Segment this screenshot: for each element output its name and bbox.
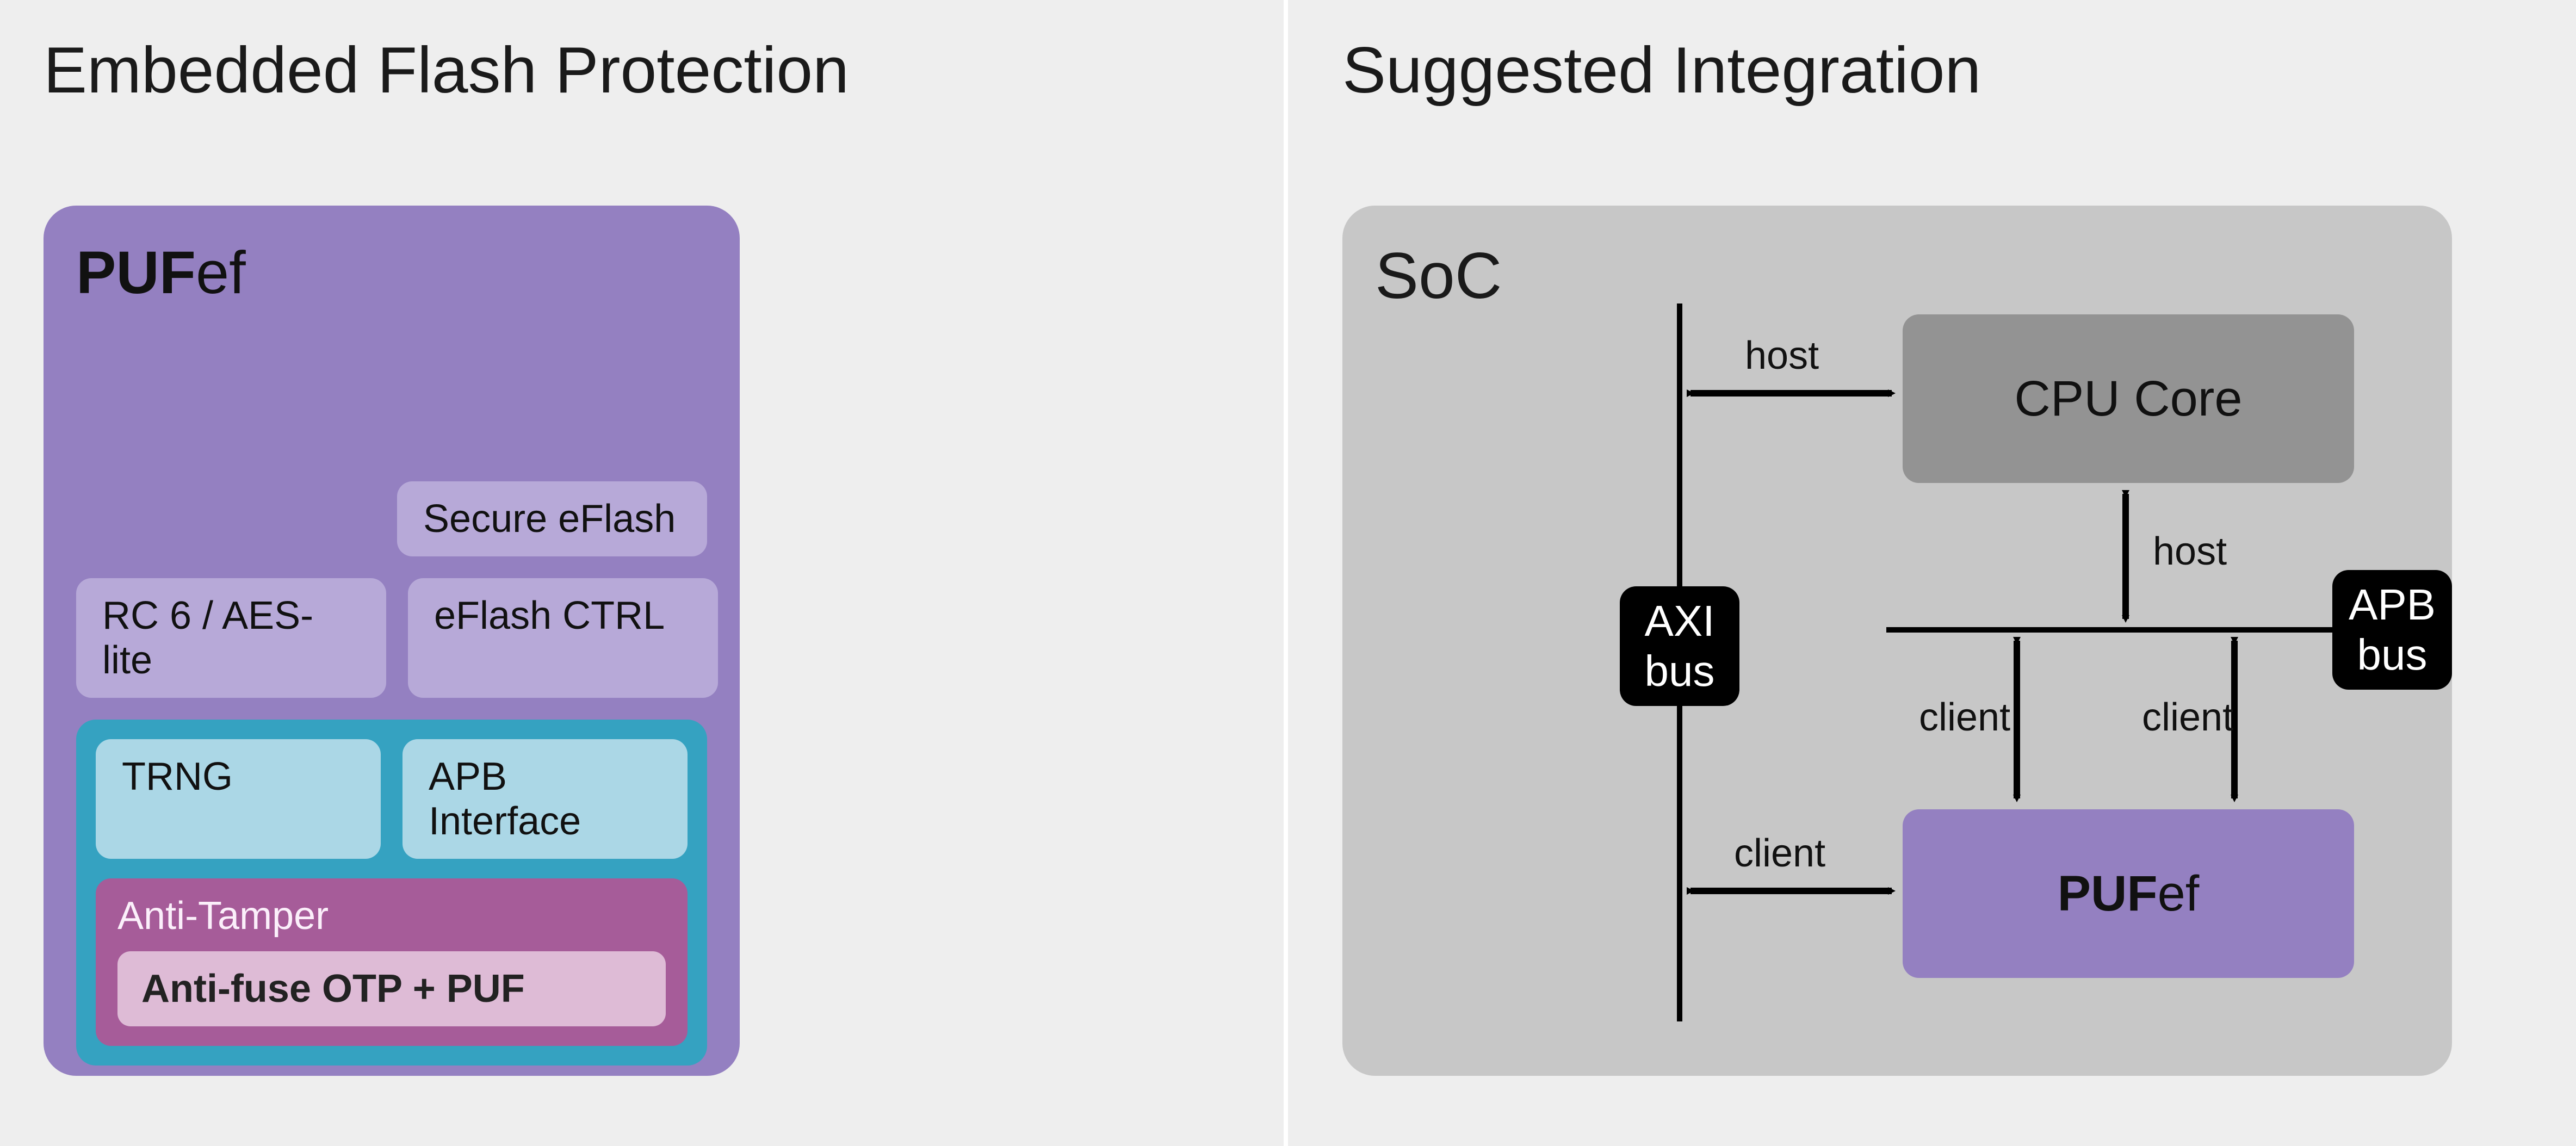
axi-bus-label: AXI bus (1645, 596, 1715, 696)
block-pufef: PUFef (1903, 809, 2354, 978)
pufef-box: PUFef Secure eFlash RC 6 / AES-lite eFla… (44, 206, 740, 1076)
axi-bus-label-l2: bus (1645, 646, 1715, 696)
label-client-pufef-axi: client (1734, 831, 1825, 876)
block-rc6-aes-lite: RC 6 / AES-lite (76, 578, 386, 698)
row-trng-apb: TRNG APB Interface (96, 739, 688, 859)
right-title: Suggested Integration (1342, 33, 2532, 108)
block-trng: TRNG (96, 739, 381, 859)
pufef-title-bold: PUF (76, 239, 196, 306)
block-anti-tamper: Anti-Tamper Anti-fuse OTP + PUF (96, 878, 688, 1046)
row-rc6-eflashctrl: RC 6 / AES-lite eFlash CTRL (76, 578, 707, 698)
label-client-pufef-apb-right: client (2142, 695, 2233, 740)
apb-bus-label: APB bus (2349, 580, 2436, 680)
apb-bus-label-l1: APB (2349, 580, 2436, 630)
anti-tamper-label: Anti-Tamper (117, 894, 666, 938)
left-title: Embedded Flash Protection (44, 33, 1240, 108)
label-host-cpu-apb: host (2153, 529, 2227, 574)
block-secure-eflash: Secure eFlash (397, 481, 707, 556)
pufef-label: PUFef (2058, 865, 2200, 922)
axi-bus-label-l1: AXI (1645, 596, 1715, 646)
label-host-cpu-axi: host (1745, 333, 1819, 378)
label-client-pufef-apb-left: client (1919, 695, 2010, 740)
blue-wrap: TRNG APB Interface Anti-Tamper Anti-fuse… (76, 720, 707, 1066)
pufef-label-bold: PUF (2058, 866, 2158, 921)
block-apb-bus: APB bus (2332, 570, 2452, 690)
row-secure-eflash: Secure eFlash (76, 481, 707, 556)
block-anti-fuse-otp-puf: Anti-fuse OTP + PUF (117, 951, 666, 1026)
pufef-title-rest: ef (196, 239, 246, 306)
block-cpu-core: CPU Core (1903, 314, 2354, 483)
panel-embedded-flash-protection: Embedded Flash Protection PUFef Secure e… (0, 0, 1288, 1146)
panel-suggested-integration: Suggested Integration SoC (1288, 0, 2576, 1146)
pufef-label-rest: ef (2158, 866, 2200, 921)
pufef-box-title: PUFef (76, 238, 707, 307)
soc-box: SoC CPU Core (1342, 206, 2452, 1076)
block-apb-interface: APB Interface (403, 739, 688, 859)
cpu-core-label: CPU Core (2014, 370, 2242, 428)
apb-bus-label-l2: bus (2349, 630, 2436, 680)
block-eflash-ctrl: eFlash CTRL (408, 578, 718, 698)
block-axi-bus: AXI bus (1620, 586, 1739, 706)
